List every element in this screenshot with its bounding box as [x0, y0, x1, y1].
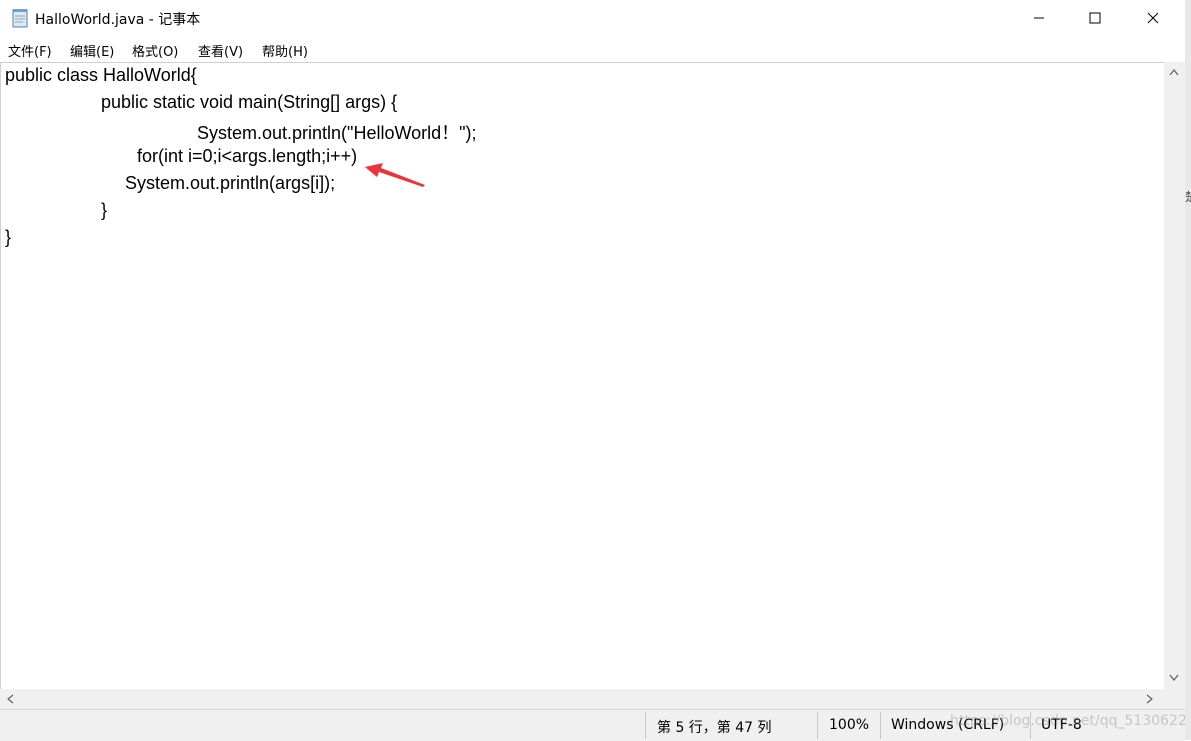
annotation-arrow — [365, 163, 425, 187]
status-separator — [645, 712, 646, 739]
scroll-up-icon[interactable] — [1169, 68, 1179, 76]
code-line-5: System.out.println(args[i]); — [125, 173, 336, 193]
zoom-level: 100% — [829, 717, 870, 733]
status-bar: 第 5 行，第 47 列 100% Windows (CRLF) UTF-8 h… — [0, 709, 1191, 741]
menu-format[interactable]: 格式(O) — [132, 41, 178, 60]
title-bar[interactable]: HalloWorld.java - 记事本 — [0, 0, 1185, 36]
notepad-window: HalloWorld.java - 记事本 文件(F) 编辑(E) 格式(O) … — [0, 0, 1191, 741]
window-title: HalloWorld.java - 记事本 — [35, 12, 201, 28]
scrollbar-corner — [1164, 689, 1185, 709]
code-line-2: public static void main(String[] args) { — [101, 92, 398, 112]
minimize-button[interactable] — [1010, 0, 1068, 36]
scroll-right-icon[interactable] — [1146, 694, 1154, 704]
text-editor[interactable]: public class HalloWorld{ public static v… — [0, 62, 1164, 690]
close-icon — [1147, 12, 1159, 24]
vertical-scrollbar[interactable] — [1164, 62, 1185, 689]
cursor-position: 第 5 行，第 47 列 — [657, 720, 772, 736]
notepad-icon — [12, 9, 28, 28]
edge-char: 楚 — [1185, 188, 1191, 205]
horizontal-scrollbar[interactable] — [0, 689, 1164, 709]
scroll-down-icon[interactable] — [1169, 674, 1179, 682]
status-separator — [817, 712, 818, 739]
minimize-icon — [1034, 17, 1044, 19]
code-line-3: System.out.println("HelloWorld！"); — [197, 123, 477, 143]
code-line-6: } — [101, 200, 108, 220]
menu-file[interactable]: 文件(F) — [8, 41, 52, 60]
maximize-button[interactable] — [1066, 0, 1124, 36]
watermark: https://blog.csdn.net/qq_51306225 — [950, 713, 1191, 729]
code-line-7: } — [5, 227, 12, 247]
code-line-4: for(int i=0;i<args.length;i++) — [137, 146, 358, 166]
maximize-icon — [1089, 12, 1101, 24]
code-line-1: public class HalloWorld{ — [5, 65, 197, 85]
status-separator — [880, 712, 881, 739]
menu-help[interactable]: 帮助(H) — [262, 41, 308, 60]
scroll-left-icon[interactable] — [6, 694, 14, 704]
menu-view[interactable]: 查看(V) — [198, 41, 243, 60]
background-window-edge: 楚 — [1185, 0, 1191, 740]
close-button[interactable] — [1124, 0, 1182, 36]
menu-edit[interactable]: 编辑(E) — [70, 41, 114, 60]
menu-bar: 文件(F) 编辑(E) 格式(O) 查看(V) 帮助(H) — [0, 38, 1185, 62]
